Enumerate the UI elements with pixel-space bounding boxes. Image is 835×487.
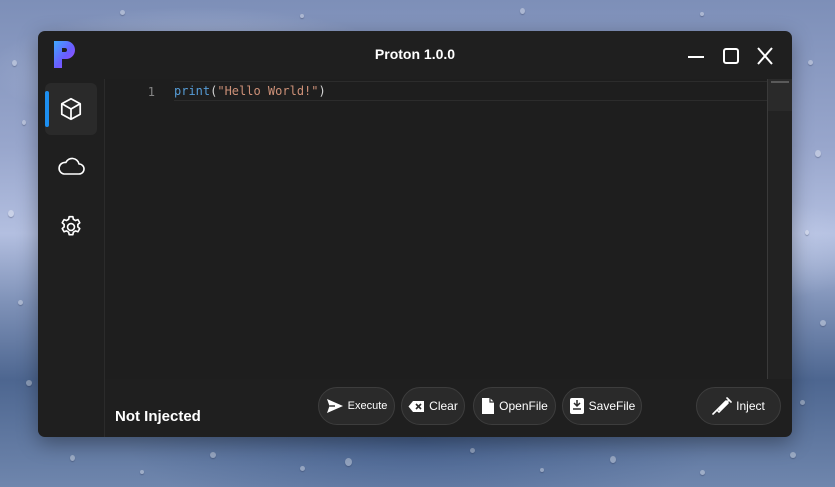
code-function: print: [174, 84, 211, 98]
maximize-button[interactable]: [721, 47, 741, 65]
backspace-icon: [408, 400, 425, 413]
minimap-line: [771, 81, 789, 83]
cloud-icon: [58, 157, 85, 175]
open-file-label: OpenFile: [499, 399, 548, 413]
active-indicator: [45, 91, 49, 127]
clear-button[interactable]: Clear: [401, 387, 465, 425]
code-paren-close: ): [318, 84, 326, 98]
minimap-viewport[interactable]: [768, 79, 792, 111]
sidebar-item-editor[interactable]: [45, 83, 97, 135]
minimize-button[interactable]: [686, 47, 706, 65]
inject-button[interactable]: Inject: [696, 387, 781, 425]
cube-icon: [60, 97, 82, 121]
close-button[interactable]: [755, 47, 775, 65]
sidebar-item-cloud[interactable]: [45, 141, 97, 193]
window-title: Proton 1.0.0: [374, 46, 456, 62]
code-line[interactable]: print("Hello World!"): [174, 81, 768, 101]
maximize-icon: [723, 48, 739, 64]
minimize-icon: [688, 56, 704, 58]
close-icon: [757, 47, 773, 65]
line-number: 1: [147, 85, 155, 99]
file-icon: [481, 397, 495, 415]
save-file-label: SaveFile: [588, 399, 636, 413]
save-file-button[interactable]: SaveFile: [562, 387, 642, 425]
send-icon: [326, 398, 344, 414]
save-file-icon: [569, 397, 585, 415]
sidebar: [38, 79, 104, 437]
gear-icon: [61, 215, 81, 236]
inject-label: Inject: [736, 399, 765, 413]
open-file-button[interactable]: OpenFile: [473, 387, 556, 425]
sidebar-item-settings[interactable]: [45, 201, 97, 253]
code-string: "Hello World!": [217, 84, 319, 98]
scrollbar-track[interactable]: [767, 79, 768, 379]
syringe-icon: [712, 397, 732, 415]
injection-status: Not Injected: [115, 408, 201, 425]
execute-label: Execute: [347, 400, 388, 412]
execute-button[interactable]: Execute: [318, 387, 395, 425]
minimap[interactable]: [768, 79, 792, 379]
proton-window: Proton 1.0.0 1 print("Hello World!") Not…: [38, 31, 792, 437]
code-editor[interactable]: 1 print("Hello World!"): [105, 79, 792, 379]
clear-label: Clear: [429, 399, 458, 413]
